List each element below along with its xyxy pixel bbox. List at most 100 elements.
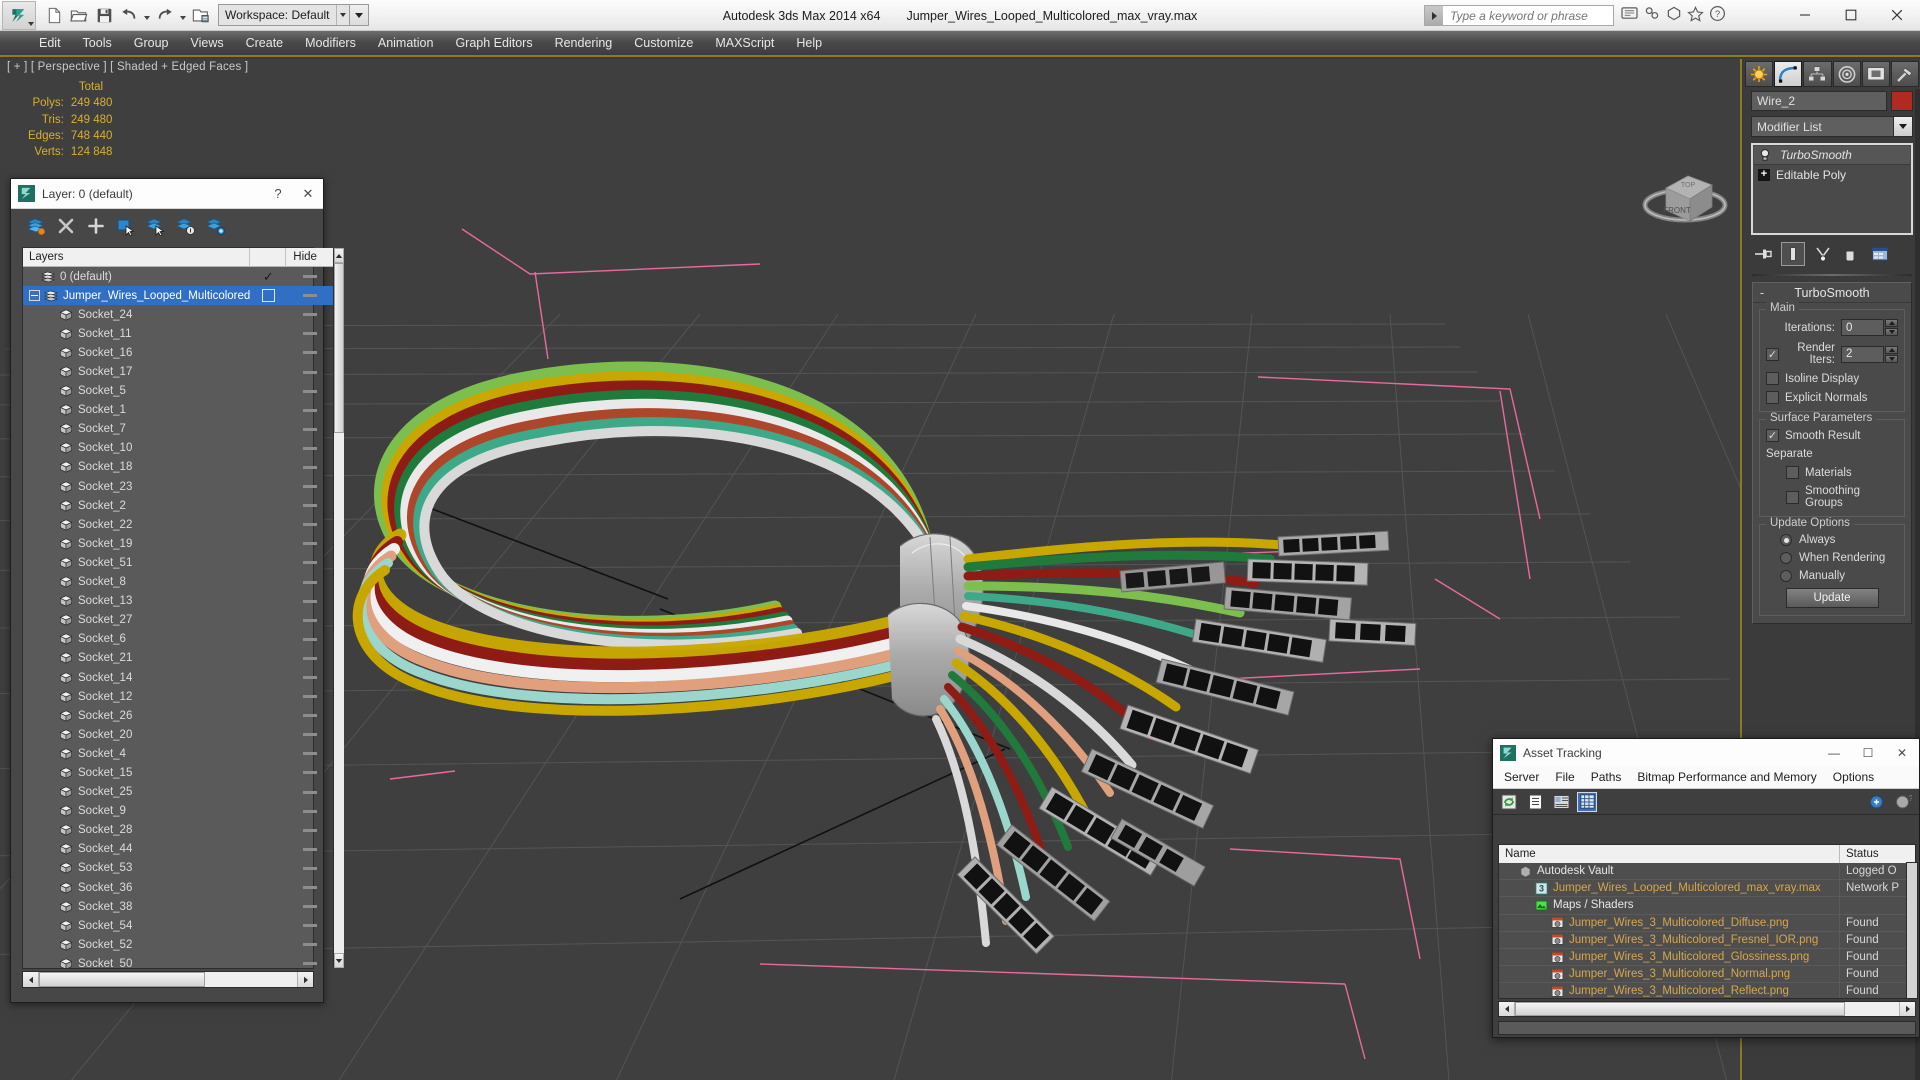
layer-row-hide-toggle[interactable]: [286, 962, 333, 966]
keyword-search-box[interactable]: [1424, 5, 1614, 26]
layer-scroll-up-button[interactable]: [334, 248, 345, 263]
layer-row-hide-toggle[interactable]: [286, 485, 333, 489]
layer-row-hide-toggle[interactable]: [286, 828, 333, 832]
layer-list-item[interactable]: Socket_44: [23, 840, 333, 859]
layer-list-item[interactable]: Socket_13: [23, 592, 333, 611]
layer-row-hide-toggle[interactable]: [286, 446, 333, 450]
render-iters-spinner-down[interactable]: [1885, 354, 1898, 363]
layer-row[interactable]: Jumper_Wires_Looped_Multicolored: [23, 286, 334, 306]
search-dropdown-icon[interactable]: [1425, 6, 1443, 25]
layer-hscroll-track[interactable]: [39, 972, 297, 987]
render-iters-checkbox[interactable]: ✓: [1766, 347, 1779, 361]
show-end-result-icon[interactable]: [1781, 241, 1805, 266]
layer-row-hide-toggle[interactable]: [286, 943, 333, 947]
add-help-icon[interactable]: ?: [1867, 792, 1887, 812]
new-file-button[interactable]: [42, 3, 66, 27]
delete-layer-icon[interactable]: [55, 216, 76, 237]
asset-hscroll-thumb[interactable]: [1515, 1002, 1845, 1016]
layer-row-hide-toggle[interactable]: [286, 580, 333, 584]
menu-item-rendering[interactable]: Rendering: [544, 33, 624, 53]
layer-row-hide-toggle[interactable]: [286, 618, 333, 622]
asset-table-row[interactable]: Jumper_Wires_3_Multicolored_Glossiness.p…: [1499, 948, 1915, 967]
modifier-stack-item-editable-poly[interactable]: + Editable Poly: [1754, 165, 1910, 184]
layer-row-hide-toggle[interactable]: [286, 332, 333, 336]
asset-table-horizontal-scrollbar[interactable]: [1498, 1001, 1916, 1017]
asset-table-row[interactable]: Autodesk Vault Logged O: [1499, 863, 1915, 881]
iterations-input[interactable]: 0: [1841, 319, 1884, 336]
isoline-display-row[interactable]: Isoline Display: [1766, 372, 1898, 385]
favorites-star-icon[interactable]: [1686, 4, 1705, 23]
layer-row-hide-toggle[interactable]: [286, 809, 333, 813]
layer-row-hide-toggle[interactable]: [286, 866, 333, 870]
layer-row-hide-toggle[interactable]: [286, 275, 333, 279]
asset-tracking-maximize-button[interactable]: ☐: [1851, 740, 1885, 766]
layer-list-item[interactable]: Socket_4: [23, 744, 333, 763]
layer-row-hide-toggle[interactable]: [286, 465, 333, 469]
turbosmooth-rollout[interactable]: - TurboSmooth Main Iterations: 0 ✓ Rende…: [1752, 282, 1912, 624]
menu-item-tools[interactable]: Tools: [72, 33, 123, 53]
layer-list-item[interactable]: Socket_23: [23, 477, 333, 496]
explicit-normals-row[interactable]: Explicit Normals: [1766, 391, 1898, 404]
layer-hscroll-left-button[interactable]: [23, 972, 39, 987]
layer-row-hide-toggle[interactable]: [286, 427, 333, 431]
asset-tracking-table[interactable]: Name Status Autodesk Vault Logged O 3 Jumpe…: [1498, 844, 1916, 999]
smoothing-groups-row[interactable]: Smoothing Groups: [1766, 485, 1898, 509]
layer-list-item[interactable]: Socket_14: [23, 668, 333, 687]
layer-row-hide-toggle[interactable]: [286, 294, 333, 298]
layer-scroll-down-button[interactable]: [334, 953, 345, 968]
layer-list[interactable]: Layers Hide 0 (default) ✓ Jumper_Wires_Loo…: [22, 247, 345, 969]
layer-list-item[interactable]: Socket_9: [23, 802, 333, 821]
layer-row-hide-toggle[interactable]: [286, 771, 333, 775]
layer-list-item[interactable]: Socket_22: [23, 515, 333, 534]
layer-row-hide-toggle[interactable]: [286, 389, 333, 393]
render-iters-spinner-up[interactable]: [1885, 345, 1898, 354]
asset-table-row[interactable]: Jumper_Wires_3_Multicolored_Reflect.png F…: [1499, 983, 1915, 998]
minimize-button[interactable]: [1782, 0, 1828, 30]
asset-table-row[interactable]: Maps / Shaders: [1499, 897, 1915, 915]
layer-list-item[interactable]: Socket_17: [23, 362, 333, 381]
materials-row[interactable]: Materials: [1766, 466, 1898, 479]
highlight-selected-objects-icon[interactable]: [175, 216, 196, 237]
when-rendering-radio[interactable]: [1780, 552, 1792, 564]
open-file-button[interactable]: [67, 3, 91, 27]
menu-item-edit[interactable]: Edit: [28, 33, 72, 53]
menu-item-customize[interactable]: Customize: [623, 33, 704, 53]
smoothing-groups-checkbox[interactable]: [1786, 490, 1799, 504]
layer-row-hide-toggle[interactable]: [286, 599, 333, 603]
modifier-list-dropdown[interactable]: Modifier List: [1751, 116, 1913, 137]
layer-list-item[interactable]: Socket_54: [23, 916, 333, 935]
manually-row[interactable]: Manually: [1766, 570, 1898, 582]
layer-row-hide-toggle[interactable]: [286, 408, 333, 412]
app-logo-button[interactable]: [2, 0, 36, 30]
iterations-spinner-down[interactable]: [1885, 328, 1898, 336]
configure-modifier-sets-icon[interactable]: [1868, 242, 1892, 266]
layer-row-hide-toggle[interactable]: [286, 561, 333, 565]
smooth-result-row[interactable]: ✓ Smooth Result: [1766, 429, 1898, 442]
layer-list-item[interactable]: Socket_38: [23, 897, 333, 916]
layer-list-item[interactable]: Socket_11: [23, 324, 333, 343]
layer-row-hide-toggle[interactable]: [286, 676, 333, 680]
layer-list-item[interactable]: Socket_6: [23, 630, 333, 649]
grid-view-icon[interactable]: [1577, 791, 1597, 812]
layer-row-hide-toggle[interactable]: [286, 714, 333, 718]
refresh-icon[interactable]: [1499, 792, 1519, 812]
render-iters-input[interactable]: 2: [1841, 345, 1884, 363]
search-input[interactable]: [1443, 8, 1613, 23]
save-file-button[interactable]: [92, 3, 116, 27]
create-tab[interactable]: [1745, 61, 1774, 87]
lightbulb-icon[interactable]: [1758, 148, 1773, 162]
workspace-dropdown-button[interactable]: [349, 4, 369, 26]
layer-list-item[interactable]: Socket_20: [23, 725, 333, 744]
layer-list-item[interactable]: Socket_21: [23, 649, 333, 668]
undo-dropdown-button[interactable]: [142, 3, 152, 27]
menu-item-graph-editors[interactable]: Graph Editors: [444, 33, 543, 53]
always-radio[interactable]: [1780, 534, 1792, 546]
redo-dropdown-button[interactable]: [178, 3, 188, 27]
menu-item-maxscript[interactable]: MAXScript: [704, 33, 785, 53]
layer-list-item[interactable]: Socket_10: [23, 439, 333, 458]
close-button[interactable]: [1874, 0, 1920, 30]
layer-row-hide-toggle[interactable]: [286, 924, 333, 928]
workspace-selector[interactable]: Workspace: Default: [218, 4, 350, 26]
help-icon[interactable]: ?: [1893, 792, 1913, 812]
modify-tab[interactable]: [1774, 61, 1803, 87]
